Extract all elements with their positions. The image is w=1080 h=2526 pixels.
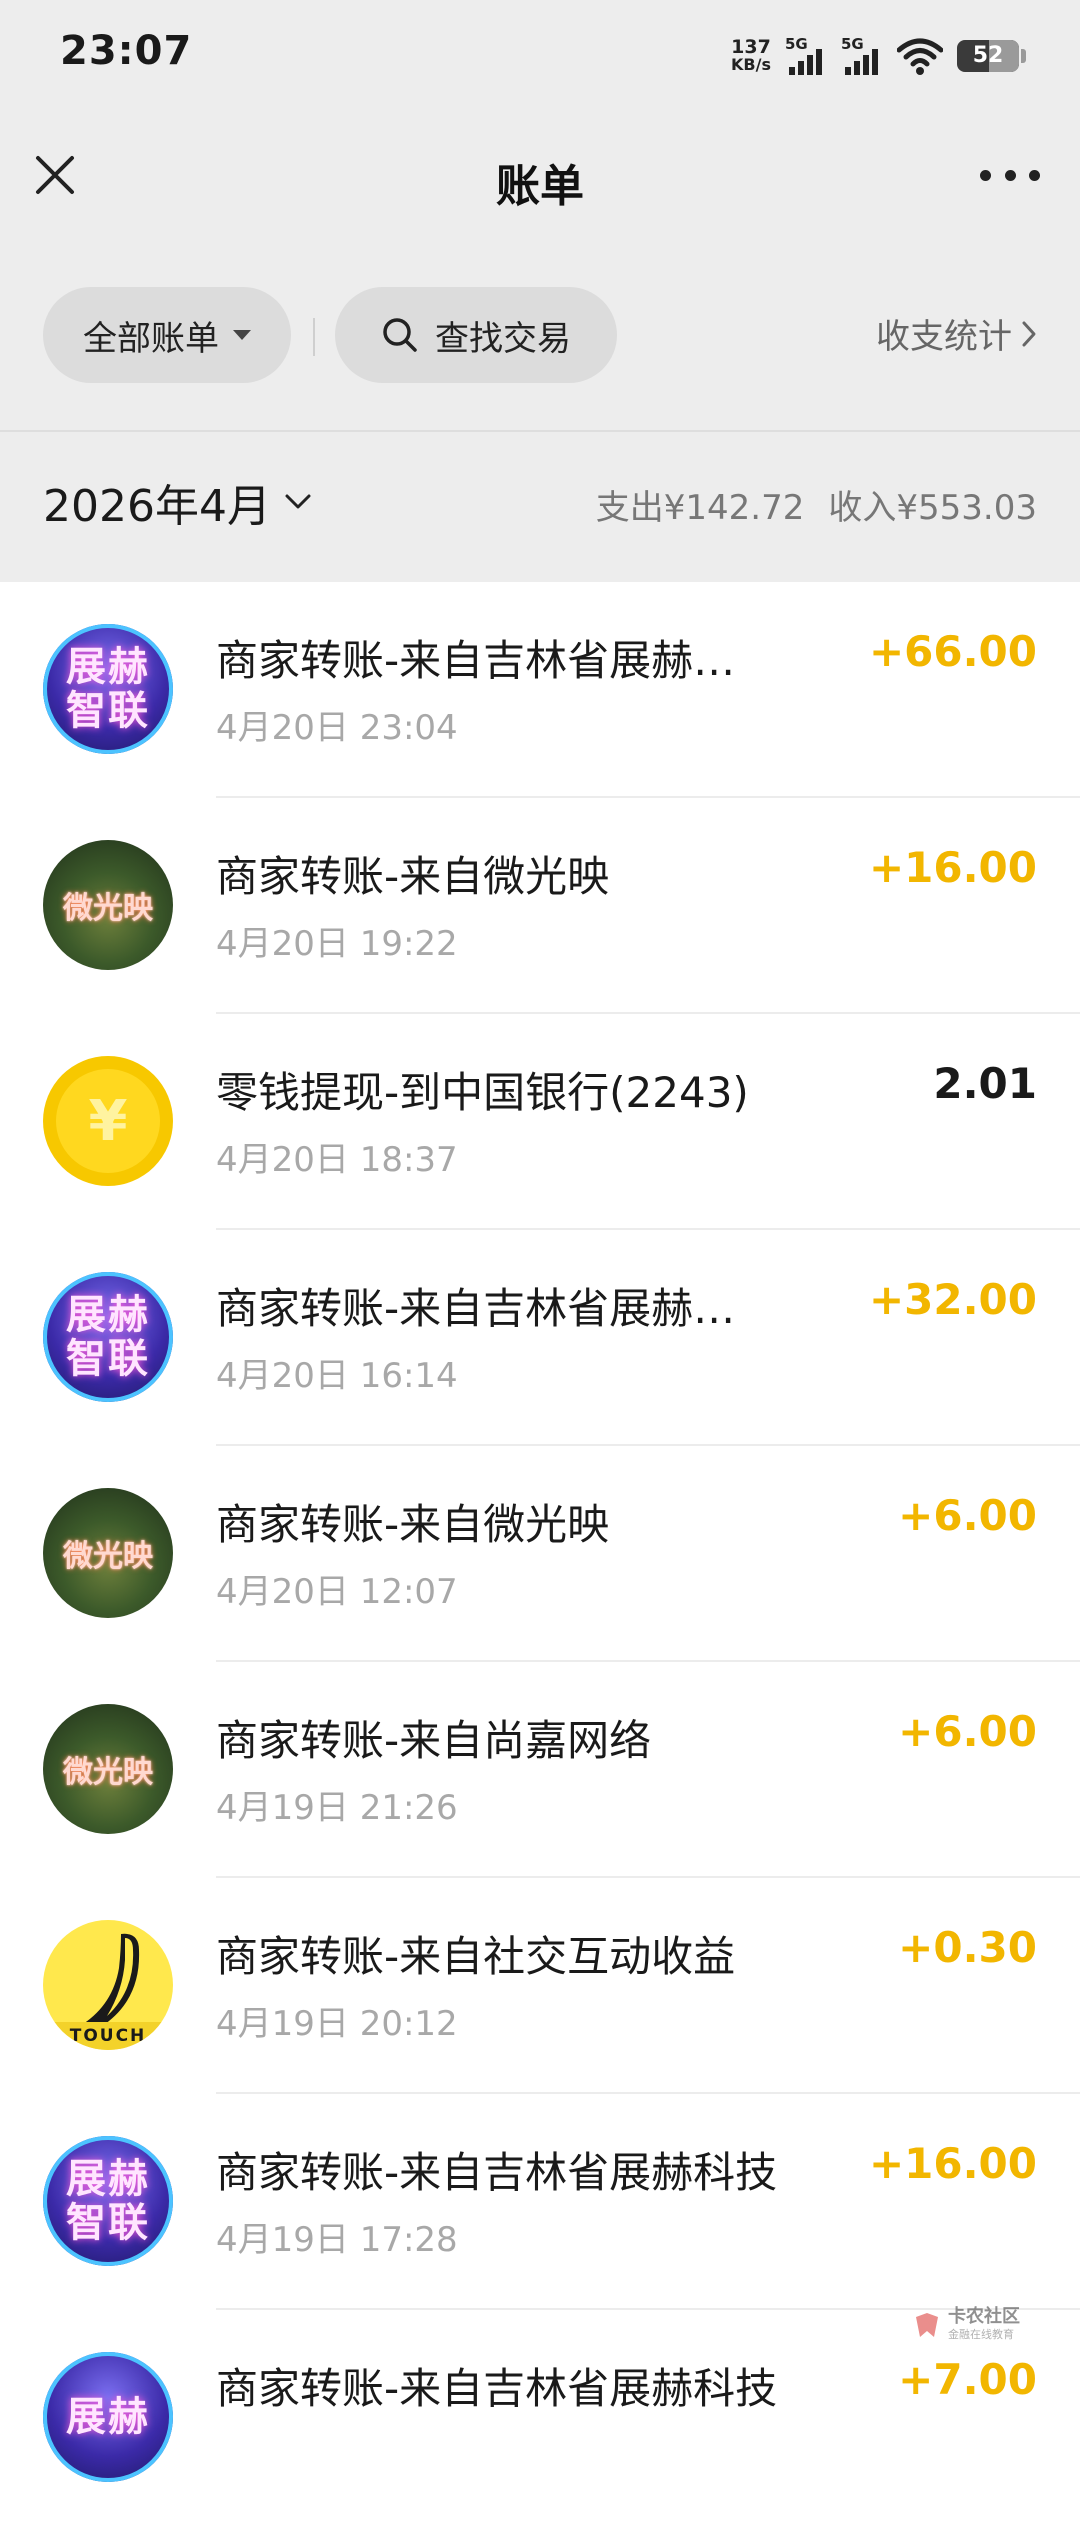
merchant-avatar: 展赫智联: [43, 2136, 173, 2266]
transaction-row[interactable]: 展赫智联 商家转账-来自吉林省展赫… 4月20日 23:04 +66.00: [0, 582, 1080, 798]
more-icon[interactable]: [980, 160, 1040, 190]
search-transactions-button[interactable]: 查找交易: [335, 287, 617, 383]
stats-label: 收支统计: [876, 317, 1012, 357]
transaction-time: 4月20日 19:22: [216, 924, 458, 964]
transaction-title: 商家转账-来自社交互动收益: [216, 1932, 736, 1981]
watermark-logo-icon: [916, 2313, 938, 2337]
transaction-row[interactable]: TOUCH 商家转账-来自社交互动收益 4月19日 20:12 +0.30: [0, 1878, 1080, 2094]
wifi-icon: [897, 38, 943, 75]
month-income: 收入¥553.03: [828, 488, 1037, 528]
month-selector[interactable]: 2026年4月: [43, 470, 313, 534]
transaction-title: 商家转账-来自吉林省展赫…: [216, 1284, 736, 1333]
status-icons: 137 KB/s 5G 5G 52: [731, 34, 1026, 78]
transaction-time: 4月19日 20:12: [216, 2004, 458, 2044]
network-speed-value: 137: [731, 36, 771, 58]
banana-avatar: TOUCH: [43, 1920, 173, 2050]
status-time: 23:07: [60, 28, 193, 74]
page-title: 账单: [496, 161, 584, 212]
watermark-tagline: 金融在线教育: [948, 2328, 1014, 2341]
network-speed: 137 KB/s: [731, 36, 771, 74]
battery-icon: 52: [957, 40, 1019, 72]
transaction-time: 4月20日 18:37: [216, 1140, 458, 1180]
network-speed-unit: KB/s: [731, 55, 771, 74]
month-summary: 支出¥142.72 收入¥553.03: [572, 480, 1037, 529]
transaction-title: 商家转账-来自微光映: [216, 1500, 610, 1549]
transaction-time: 4月20日 23:04: [216, 708, 458, 748]
search-icon: [383, 318, 417, 352]
transaction-title: 零钱提现-到中国银行(2243): [216, 1068, 749, 1117]
merchant-avatar: 展赫: [43, 2352, 173, 2482]
transaction-title: 商家转账-来自尚嘉网络: [216, 1716, 652, 1765]
transaction-time: 4月19日 17:28: [216, 2220, 458, 2260]
income-expense-stats-link[interactable]: 收支统计: [876, 309, 1038, 358]
transaction-amount: +32.00: [868, 1275, 1037, 1324]
transaction-title: 商家转账-来自微光映: [216, 852, 610, 901]
chevron-right-icon: [1022, 321, 1036, 346]
transaction-row[interactable]: ¥ 零钱提现-到中国银行(2243) 4月20日 18:37 2.01: [0, 1014, 1080, 1230]
merchant-avatar: 微光映: [43, 1488, 173, 1618]
transaction-row[interactable]: 展赫智联 商家转账-来自吉林省展赫… 4月20日 16:14 +32.00: [0, 1230, 1080, 1446]
transaction-title: 商家转账-来自吉林省展赫…: [216, 636, 736, 685]
search-label: 查找交易: [435, 318, 571, 359]
merchant-avatar: 微光映: [43, 1704, 173, 1834]
transaction-time: 4月20日 12:07: [216, 1572, 458, 1612]
wallet-yen-icon: ¥: [43, 1056, 173, 1186]
transaction-amount: +6.00: [898, 1707, 1037, 1756]
merchant-avatar: 展赫智联: [43, 624, 173, 754]
signal-icon: 5G: [841, 35, 883, 77]
all-bills-label: 全部账单: [83, 318, 219, 359]
transaction-row[interactable]: 展赫智联 商家转账-来自吉林省展赫科技 4月19日 17:28 +16.00: [0, 2094, 1080, 2310]
transaction-time: 4月20日 16:14: [216, 1356, 458, 1396]
transaction-row[interactable]: 微光映 商家转账-来自微光映 4月20日 19:22 +16.00: [0, 798, 1080, 1014]
transaction-amount: +7.00: [898, 2355, 1037, 2404]
transaction-time: 4月19日 21:26: [216, 1788, 458, 1828]
watermark: 卡农社区 金融在线教育: [912, 2308, 1020, 2344]
chevron-down-icon: [285, 494, 311, 509]
transaction-amount: 2.01: [933, 1059, 1037, 1108]
merchant-avatar: 展赫智联: [43, 1272, 173, 1402]
merchant-avatar: 微光映: [43, 840, 173, 970]
transaction-title: 商家转账-来自吉林省展赫科技: [216, 2148, 778, 2197]
transaction-title: 商家转账-来自吉林省展赫科技: [216, 2364, 778, 2413]
filter-divider: [313, 318, 315, 356]
transaction-row[interactable]: 微光映 商家转账-来自尚嘉网络 4月19日 21:26 +6.00: [0, 1662, 1080, 1878]
transaction-amount: +16.00: [868, 2139, 1037, 2188]
transaction-amount: +0.30: [898, 1923, 1037, 1972]
transaction-amount: +6.00: [898, 1491, 1037, 1540]
watermark-name: 卡农社区: [948, 2306, 1020, 2327]
transaction-row[interactable]: 微光映 商家转账-来自微光映 4月20日 12:07 +6.00: [0, 1446, 1080, 1662]
signal-icon: 5G: [785, 35, 827, 77]
month-label: 2026年4月: [43, 481, 271, 532]
caret-down-icon: [233, 330, 251, 340]
transaction-amount: +16.00: [868, 843, 1037, 892]
month-expense: 支出¥142.72: [595, 488, 805, 528]
all-bills-dropdown[interactable]: 全部账单: [43, 287, 291, 383]
transaction-list: 展赫智联 商家转账-来自吉林省展赫… 4月20日 23:04 +66.00 微光…: [0, 582, 1080, 2526]
transaction-amount: +66.00: [868, 627, 1037, 676]
battery-level: 52: [972, 43, 1004, 68]
